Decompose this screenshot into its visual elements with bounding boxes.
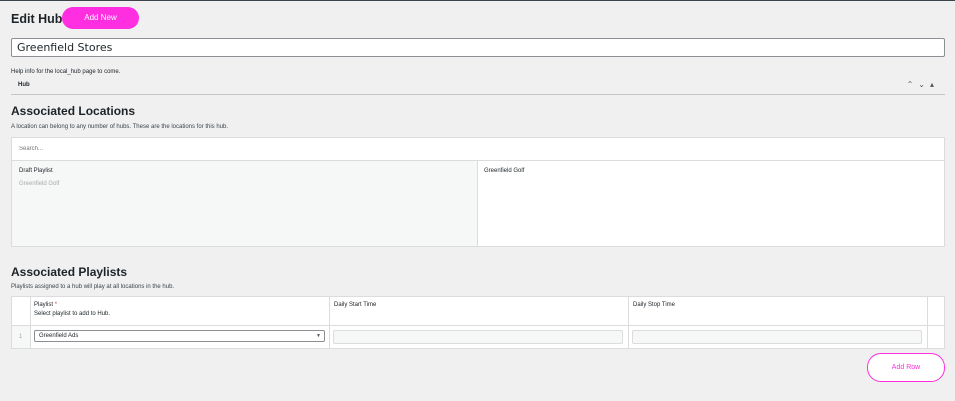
move-up-icon[interactable]: ⌃ — [907, 80, 919, 89]
help-text: Help info for the local_hub page to come… — [11, 69, 121, 75]
locations-choices: Draft Playlist Greenfield Golf — [12, 161, 478, 246]
add-row-button[interactable]: Add Row — [867, 353, 945, 382]
chevron-down-icon: ▼ — [316, 333, 321, 339]
locations-selected: Greenfield Golf — [478, 161, 944, 246]
daily-start-time-input[interactable] — [333, 330, 623, 344]
row-index: 1 — [19, 334, 23, 340]
playlist-select[interactable]: Greenfield Ads ▼ — [34, 330, 325, 342]
hub-title-input[interactable] — [11, 38, 945, 57]
playlist-column-label: Playlist — [34, 302, 54, 308]
row-handle[interactable]: 1 — [12, 326, 30, 348]
playlists-title: Associated Playlists — [11, 265, 128, 279]
locations-search-input[interactable] — [12, 138, 944, 161]
column-header-playlist: Playlist * — [34, 302, 57, 308]
hub-panel-header: Hub ⌃⌄▴ — [11, 79, 945, 95]
column-header-start: Daily Start Time — [334, 302, 377, 308]
page-title: Edit Hub — [11, 12, 63, 26]
playlist-select-value: Greenfield Ads — [39, 333, 79, 339]
hub-panel-controls: ⌃⌄▴ — [907, 80, 939, 89]
column-divider — [628, 297, 629, 348]
daily-stop-time-input[interactable] — [632, 330, 922, 344]
playlist-column-instructions: Select playlist to add to Hub. — [34, 311, 111, 317]
column-header-stop: Daily Stop Time — [633, 302, 676, 308]
add-new-button[interactable]: Add New — [62, 7, 139, 29]
location-choice-item[interactable]: Greenfield Golf — [19, 181, 59, 187]
locations-description: A location can belong to any number of h… — [11, 124, 229, 130]
column-divider — [30, 297, 31, 348]
toggle-panel-icon[interactable]: ▴ — [930, 80, 939, 89]
hub-panel-label: Hub — [18, 82, 30, 88]
locations-selector: Draft Playlist Greenfield Golf Greenfiel… — [11, 137, 945, 247]
column-divider — [927, 297, 928, 348]
choices-group-heading: Draft Playlist — [19, 168, 53, 174]
playlists-table: Playlist * Select playlist to add to Hub… — [11, 296, 945, 349]
required-mark: * — [54, 302, 58, 308]
move-down-icon[interactable]: ⌄ — [918, 80, 930, 89]
header-divider — [12, 325, 944, 326]
locations-title: Associated Locations — [11, 104, 136, 118]
column-divider — [329, 297, 330, 348]
selected-location-item[interactable]: Greenfield Golf — [484, 168, 524, 174]
playlists-description: Playlists assigned to a hub will play at… — [11, 284, 175, 290]
